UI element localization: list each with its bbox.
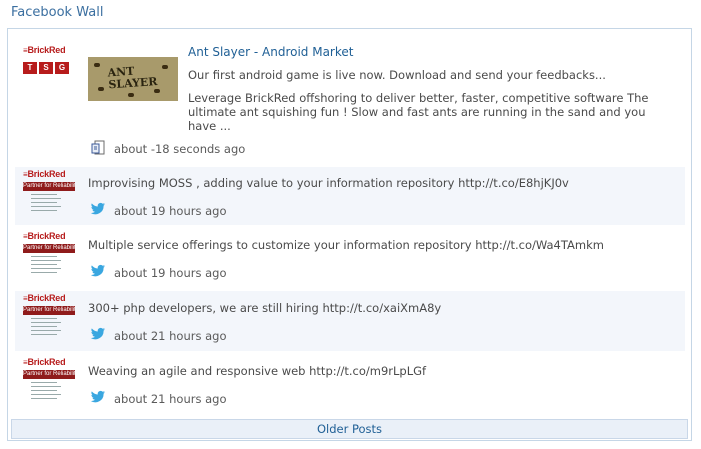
- post-link-title[interactable]: Ant Slayer - Android Market: [188, 45, 353, 59]
- tweet-text: Weaving an agile and responsive web http…: [88, 364, 427, 378]
- reliability-banner: Partner for Reliability: [23, 244, 75, 253]
- tweet-timestamp: about 19 hours ago: [114, 266, 227, 280]
- tweet-item: ≡BrickRed Partner for Reliability 300+ p…: [15, 291, 685, 351]
- twitter-bird-icon: [90, 390, 105, 403]
- wall-post-featured: ≡BrickRed TSG ANT SLAYER Ant Slayer - An…: [15, 31, 685, 163]
- post-caption: Our first android game is live now. Down…: [188, 68, 606, 82]
- brickred-avatar[interactable]: ≡BrickRed Partner for Reliability: [23, 357, 75, 399]
- twitter-bird-icon: [90, 327, 105, 340]
- brickred-logo: ≡BrickRed: [23, 169, 66, 179]
- brickred-logo: ≡BrickRed: [23, 231, 66, 241]
- tweet-item: ≡BrickRed Partner for Reliability Improv…: [15, 167, 685, 225]
- tweet-timestamp: about 21 hours ago: [114, 329, 227, 343]
- tweet-timestamp: about 21 hours ago: [114, 392, 227, 406]
- tweet-item: ≡BrickRed Partner for Reliability Multip…: [15, 229, 685, 287]
- tweet-text: 300+ php developers, we are still hiring…: [88, 301, 442, 315]
- brickred-logo: ≡BrickRed: [23, 45, 66, 55]
- brickred-avatar[interactable]: ≡BrickRed TSG: [23, 45, 75, 74]
- twitter-bird-icon: [90, 264, 105, 277]
- post-timestamp: about -18 seconds ago: [114, 142, 246, 156]
- facebook-share-icon: [91, 140, 105, 155]
- older-posts-button[interactable]: Older Posts: [11, 419, 688, 439]
- brickred-avatar[interactable]: ≡BrickRed Partner for Reliability: [23, 169, 75, 211]
- tweet-text: Multiple service offerings to customize …: [88, 238, 604, 252]
- widget-title: Facebook Wall: [11, 5, 104, 20]
- tsg-badge: TSG: [23, 62, 75, 74]
- tweet-item: ≡BrickRed Partner for Reliability Weavin…: [15, 355, 685, 415]
- twitter-bird-icon: [90, 202, 105, 215]
- ant-slayer-thumbnail[interactable]: ANT SLAYER: [88, 57, 178, 101]
- brickred-logo: ≡BrickRed: [23, 357, 66, 367]
- brickred-avatar[interactable]: ≡BrickRed Partner for Reliability: [23, 231, 75, 273]
- brickred-avatar[interactable]: ≡BrickRed Partner for Reliability: [23, 293, 75, 335]
- thumbnail-title: ANT SLAYER: [107, 64, 158, 92]
- brickred-logo: ≡BrickRed: [23, 293, 66, 303]
- reliability-banner: Partner for Reliability: [23, 370, 75, 379]
- reliability-banner: Partner for Reliability: [23, 182, 75, 191]
- post-description: Leverage BrickRed offshoring to deliver …: [188, 91, 649, 133]
- facebook-wall-panel: ≡BrickRed TSG ANT SLAYER Ant Slayer - An…: [7, 28, 692, 441]
- reliability-banner: Partner for Reliability: [23, 306, 75, 315]
- tweet-text: Improvising MOSS , adding value to your …: [88, 176, 569, 190]
- tweet-timestamp: about 19 hours ago: [114, 204, 227, 218]
